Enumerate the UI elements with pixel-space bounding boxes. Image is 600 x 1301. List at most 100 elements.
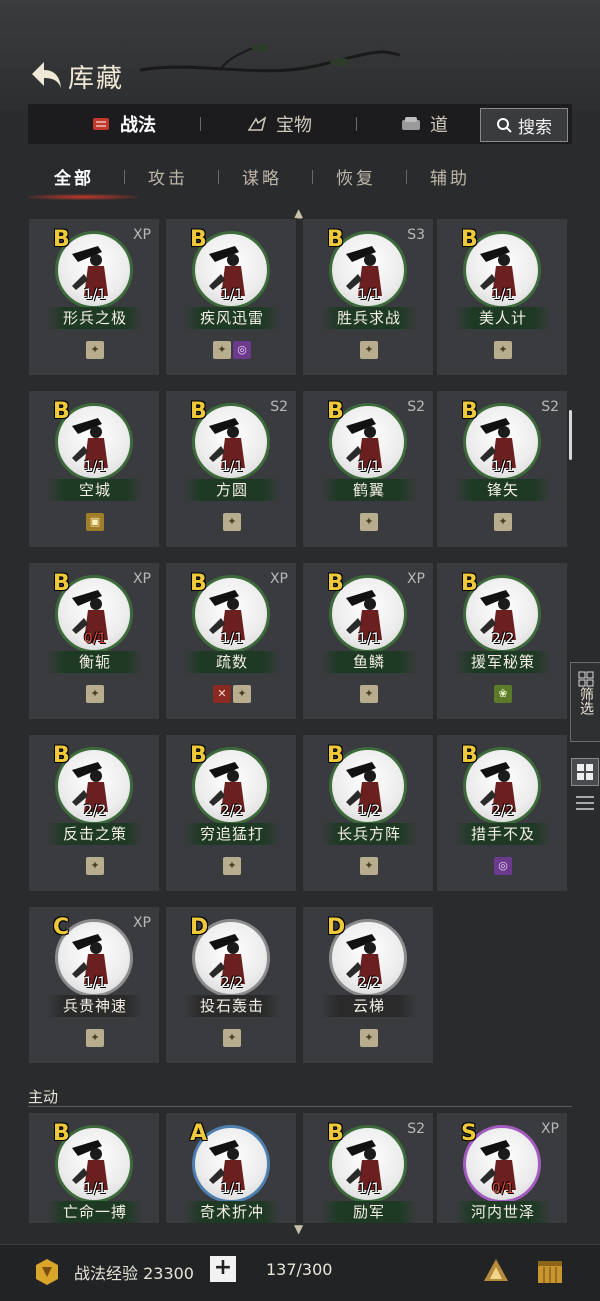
subtab-attack[interactable]: 攻击 (148, 164, 188, 189)
convert-icon[interactable] (478, 1253, 514, 1289)
tactic-card[interactable]: D 2/2 云梯 ✦ (302, 906, 434, 1064)
tactic-card[interactable]: A 1/1 奇术折冲 (165, 1112, 297, 1224)
grade-badge: B (461, 571, 478, 596)
list-view-icon[interactable] (575, 794, 595, 812)
subtab-support[interactable]: 辅助 (430, 164, 470, 189)
copy-count: 2/2 (83, 803, 107, 819)
back-arrow-icon[interactable] (28, 58, 64, 92)
tactic-row: B 1/1 亡命一搏 A 1/1 奇术折冲 B S2 1/1 励军 S XP 0/1 河内世泽 (28, 1112, 572, 1224)
trait-tan-icon: ✦ (86, 341, 104, 359)
subtab-strategy[interactable]: 谋略 (242, 164, 282, 189)
copy-count: 1/2 (357, 803, 381, 819)
subtab-recovery[interactable]: 恢复 (336, 164, 376, 189)
tab-tactics[interactable]: 战法 (90, 104, 156, 144)
filter-button[interactable]: 筛选 (570, 662, 600, 742)
copy-count: 1/1 (491, 287, 515, 303)
trait-icons: ✦ ◎ (166, 341, 298, 359)
trait-tan-icon: ✦ (494, 513, 512, 531)
tactic-card[interactable]: B S2 1/1 鹤翼 ✦ (302, 390, 434, 548)
subtab-all[interactable]: 全部 (54, 164, 94, 189)
storage-icon[interactable] (532, 1253, 568, 1289)
tactic-name: 方圆 (184, 479, 280, 501)
copy-count: 1/1 (357, 1181, 381, 1197)
season-tag: XP (406, 571, 425, 587)
tactic-card[interactable]: B 1/1 美人计 ✦ (436, 218, 568, 376)
trait-tan-icon: ✦ (86, 857, 104, 875)
tactic-card[interactable]: B 1/2 长兵方阵 ✦ (302, 734, 434, 892)
trait-green-icon: ❀ (494, 685, 512, 703)
search-button[interactable]: 搜索 (480, 108, 568, 142)
tactic-name: 兵贵神速 (47, 995, 143, 1017)
scrollbar[interactable] (569, 410, 572, 460)
trait-tan-icon: ✦ (360, 857, 378, 875)
tab-divider (200, 117, 201, 131)
trait-tan-icon: ✦ (360, 1029, 378, 1047)
trait-purple-icon: ◎ (494, 857, 512, 875)
tab-items-label: 道 (430, 115, 448, 136)
season-tag: XP (540, 1121, 559, 1137)
tactic-name: 穷追猛打 (184, 823, 280, 845)
grade-badge: B (461, 227, 478, 252)
tactic-card[interactable]: B 1/1 亡命一搏 (28, 1112, 160, 1224)
trait-tan-icon: ✦ (223, 1029, 241, 1047)
subtab-divider (406, 170, 407, 184)
trait-tan-icon: ✦ (223, 513, 241, 531)
subtab-divider (124, 170, 125, 184)
grade-badge: B (327, 399, 344, 424)
trait-icons: ✦ (166, 857, 298, 875)
tactic-card[interactable]: B 1/1 空城 ▣ (28, 390, 160, 548)
copy-count: 1/1 (220, 1181, 244, 1197)
tab-items[interactable]: 道 (400, 104, 448, 144)
trait-icons: ✦ (437, 341, 569, 359)
page-title: 库藏 (68, 64, 125, 94)
copy-count: 2/2 (220, 803, 244, 819)
tab-treasure[interactable]: 宝物 (246, 104, 312, 144)
add-xp-button[interactable]: + (210, 1256, 236, 1282)
grade-badge: B (53, 227, 70, 252)
grade-badge: B (190, 571, 207, 596)
season-tag: S2 (407, 399, 425, 415)
tactic-card[interactable]: B S2 1/1 励军 (302, 1112, 434, 1224)
trait-icons: ✦ (166, 513, 298, 531)
tactic-card[interactable]: B 1/1 疾风迅雷 ✦ ◎ (165, 218, 297, 376)
tactic-card[interactable]: B S2 1/1 锋矢 ✦ (436, 390, 568, 548)
tactic-card[interactable]: B XP 1/1 鱼鳞 ✦ (302, 562, 434, 720)
sub-tab-bar: 全部 攻击 谋略 恢复 辅助 (28, 158, 572, 202)
tactic-row: B XP 0/1 衡轭 ✦ B XP 1/1 疏数 ✕ ✦ B XP 1/1 鱼鳞 ✦ B 2/2 援军秘策 ❀ (28, 562, 572, 722)
tactic-card[interactable]: S XP 0/1 河内世泽 (436, 1112, 568, 1224)
tactic-name: 鹤翼 (321, 479, 417, 501)
copy-count: 1/1 (83, 459, 107, 475)
tactic-card[interactable]: D 2/2 投石轰击 ✦ (165, 906, 297, 1064)
copy-count: 1/1 (220, 631, 244, 647)
tactic-name: 鱼鳞 (321, 651, 417, 673)
grid-view-icon[interactable] (571, 758, 599, 786)
subtab-divider (218, 170, 219, 184)
tactic-card[interactable]: B 2/2 措手不及 ◎ (436, 734, 568, 892)
copy-count: 0/1 (491, 1181, 515, 1197)
copy-count: 1/1 (83, 975, 107, 991)
tactic-card[interactable]: B 2/2 援军秘策 ❀ (436, 562, 568, 720)
tactic-name: 形兵之极 (47, 307, 143, 329)
tactic-card[interactable]: B 2/2 穷追猛打 ✦ (165, 734, 297, 892)
grade-badge: B (327, 1121, 344, 1146)
tactic-name: 反击之策 (47, 823, 143, 845)
tactic-xp-label: 战法经验 23300 (74, 1264, 194, 1283)
tactic-row: B 1/1 空城 ▣ B S2 1/1 方圆 ✦ B S2 1/1 鹤翼 ✦ B S2 1/1 锋矢 ✦ (28, 390, 572, 550)
trait-tan-icon: ✦ (360, 513, 378, 531)
section-divider (28, 1106, 572, 1107)
tactic-card[interactable]: B XP 0/1 衡轭 ✦ (28, 562, 160, 720)
trait-icons: ✦ (303, 341, 435, 359)
trait-purple-icon: ◎ (233, 341, 251, 359)
tactic-card[interactable]: B S2 1/1 方圆 ✦ (165, 390, 297, 548)
grade-badge: B (327, 571, 344, 596)
tactic-card[interactable]: B XP 1/1 形兵之极 ✦ (28, 218, 160, 376)
trait-icons: ✦ (29, 341, 161, 359)
tactic-row: B 2/2 反击之策 ✦ B 2/2 穷追猛打 ✦ B 1/2 长兵方阵 ✦ B 2/2 措手不及 ◎ (28, 734, 572, 894)
tactic-card[interactable]: B S3 1/1 胜兵求战 ✦ (302, 218, 434, 376)
tactic-card[interactable]: B 2/2 反击之策 ✦ (28, 734, 160, 892)
trait-icons: ✦ (29, 1029, 161, 1047)
tactic-card[interactable]: B XP 1/1 疏数 ✕ ✦ (165, 562, 297, 720)
tactic-row: B XP 1/1 形兵之极 ✦ B 1/1 疾风迅雷 ✦ ◎ B S3 1/1 胜兵求战 ✦ B 1/1 美人计 ✦ (28, 218, 572, 378)
season-tag: S2 (541, 399, 559, 415)
tactic-card[interactable]: C XP 1/1 兵贵神速 ✦ (28, 906, 160, 1064)
